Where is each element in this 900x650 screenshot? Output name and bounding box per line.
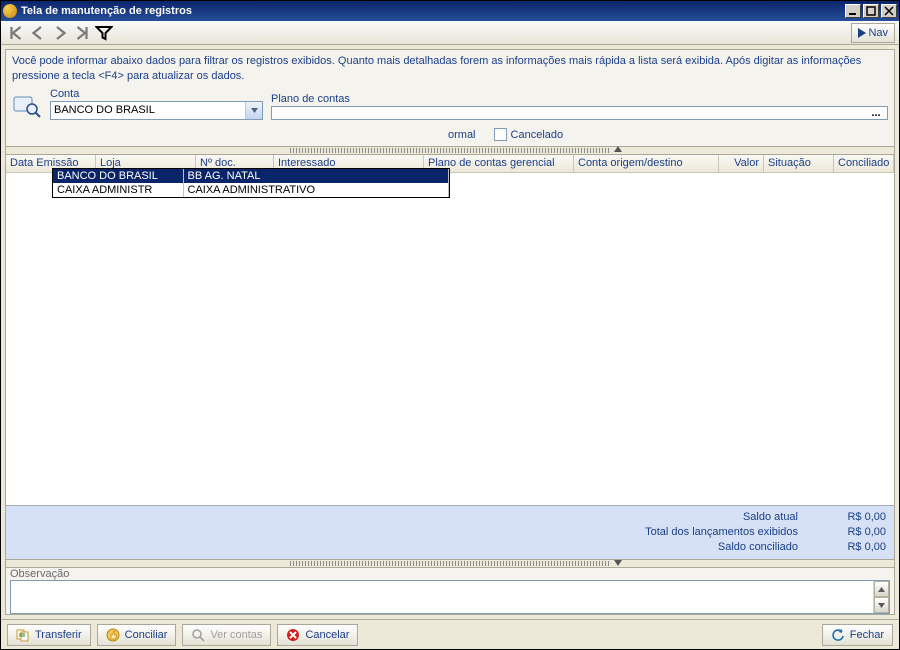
nav-first-icon[interactable] [7,24,25,42]
nav-next-icon[interactable] [51,24,69,42]
nav-last-icon[interactable] [73,24,91,42]
conciliar-button[interactable]: Conciliar [97,624,177,646]
saldo-conc-value: R$ 0,00 [826,540,886,555]
scroll-down-icon[interactable] [874,597,889,613]
splitter-top[interactable] [6,146,894,155]
observacao-textarea[interactable] [11,581,873,613]
content-panel: Você pode informar abaixo dados para fil… [5,49,895,615]
fechar-button[interactable]: Fechar [822,624,893,646]
total-lanc-label: Total dos lançamentos exibidos [645,525,798,540]
titlebar: Tela de manutenção de registros [1,1,899,21]
button-bar: Transferir Conciliar Ver contas Cancelar… [1,619,899,649]
plano-input-wrap: ... [271,106,888,120]
nav-button-label: Nav [868,27,888,39]
dropdown-option[interactable]: BANCO DO BRASIL BB AG. NATAL [53,169,449,183]
thumbs-up-icon [106,628,120,642]
totals-panel: Saldo atual R$ 0,00 Total dos lançamentos… [6,505,894,559]
saldo-conc-label: Saldo conciliado [718,540,798,555]
search-icon [12,94,42,120]
dropdown-option[interactable]: CAIXA ADMINISTR CAIXA ADMINISTRATIVO [53,183,449,197]
conta-dropdown[interactable]: BANCO DO BRASIL BB AG. NATAL CAIXA ADMIN… [52,168,450,198]
minimize-button[interactable] [845,4,861,18]
plano-label: Plano de contas [271,93,888,105]
cancelar-button[interactable]: Cancelar [277,624,358,646]
filter-icon[interactable] [95,24,113,42]
filter-row: Conta BANCO DO BRASIL Plano de contas ..… [6,88,894,124]
window-title: Tela de manutenção de registros [21,5,843,17]
magnifier-icon [191,628,205,642]
saldo-atual-label: Saldo atual [743,510,798,525]
ver-contas-button[interactable]: Ver contas [182,624,271,646]
transfer-icon [16,628,30,642]
conta-combo[interactable]: BANCO DO BRASIL [50,101,263,120]
observacao-scrollbar[interactable] [873,581,889,613]
maximize-button[interactable] [863,4,879,18]
plano-field: Plano de contas ... [271,93,888,120]
normal-label-fragment: ormal [448,129,476,141]
conta-value: BANCO DO BRASIL [51,104,245,116]
plano-input[interactable] [272,107,865,119]
chevron-down-icon[interactable] [245,102,262,119]
splitter-bottom[interactable] [6,559,894,568]
cancelado-checkbox[interactable] [494,128,507,141]
col-conta-origem[interactable]: Conta origem/destino [574,155,719,172]
nav-prev-icon[interactable] [29,24,47,42]
toolbar: Nav [1,21,899,45]
observacao-label: Observação [6,568,894,580]
col-conciliado[interactable]: Conciliado [834,155,894,172]
nav-button[interactable]: Nav [851,23,895,43]
transferir-button[interactable]: Transferir [7,624,91,646]
conta-field: Conta BANCO DO BRASIL [50,88,263,120]
saldo-atual-value: R$ 0,00 [826,510,886,525]
filter-checkbox-row: ormal Cancelado [6,124,894,146]
cancelado-label: Cancelado [511,129,564,141]
plano-lookup-button[interactable]: ... [865,107,887,119]
close-button[interactable] [881,4,897,18]
instructions-text: Você pode informar abaixo dados para fil… [6,50,894,88]
grid-body[interactable] [6,173,894,506]
col-valor[interactable]: Valor [719,155,764,172]
col-situacao[interactable]: Situação [764,155,834,172]
refresh-icon [831,628,845,642]
observacao-block: Observação [6,568,894,614]
conta-label: Conta [50,88,263,100]
app-icon [3,4,17,18]
app-window: Tela de manutenção de registros Nav Você… [0,0,900,650]
cancel-icon [286,628,300,642]
total-lanc-value: R$ 0,00 [826,525,886,540]
scroll-up-icon[interactable] [874,581,889,597]
